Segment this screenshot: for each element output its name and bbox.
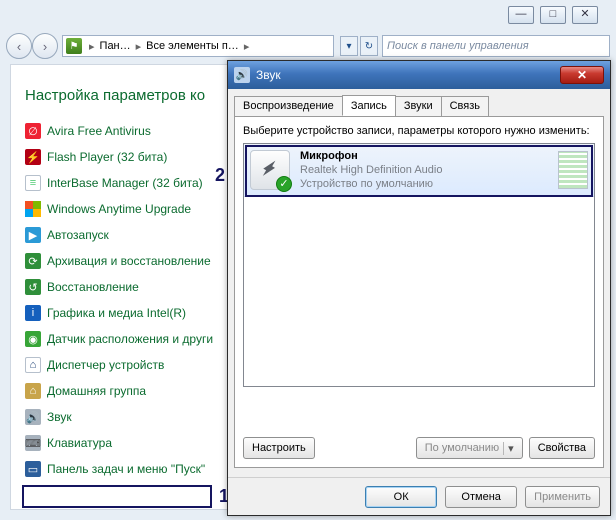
explorer-toolbar: ‹ › ⚑ ▸ Пан… ▸ Все элементы п… ▸ ▾ ↻ Пои… [6,32,610,60]
tab-strip: ВоспроизведениеЗаписьЗвукиСвязь [228,89,610,116]
breadcrumb-root[interactable]: Пан… [100,40,131,52]
control-panel-item-label: Windows Anytime Upgrade [47,202,191,216]
control-panel-icon: ⚑ [66,38,82,54]
control-panel-item-label: Клавиатура [47,436,112,450]
tbar-icon: ▭ [25,461,41,477]
address-dropdown-button[interactable]: ▾ [340,36,358,56]
control-panel-item-label: Диспетчер устройств [47,358,164,372]
instruction-text: Выберите устройство записи, параметры ко… [243,125,595,137]
kbd-icon: ⌨ [25,435,41,451]
control-panel-item-label: Домашняя группа [47,384,146,398]
control-panel-item-label: Панель задач и меню "Пуск" [47,462,205,476]
configure-button[interactable]: Настроить [243,437,315,459]
address-bar[interactable]: ⚑ ▸ Пан… ▸ Все элементы п… ▸ [62,35,334,57]
tab-body-recording: Выберите устройство записи, параметры ко… [234,116,604,468]
home-icon: ⌂ [25,383,41,399]
control-panel-item-label: InterBase Manager (32 бита) [47,176,203,190]
loc-icon: ◉ [25,331,41,347]
apply-button: Применить [525,486,600,508]
nav-forward-button[interactable]: › [32,33,58,59]
sound-icon: 🔊 [25,409,41,425]
control-panel-item-label: Архивация и восстановление [47,254,211,268]
control-panel-item-label: Звук [47,410,72,424]
device-driver: Realtek High Definition Audio [300,163,548,177]
sound-dialog: 🔊 Звук ✕ ВоспроизведениеЗаписьЗвукиСвязь… [227,60,611,516]
minimize-button[interactable]: — [508,6,534,24]
nav-back-button[interactable]: ‹ [6,33,32,59]
set-default-label: По умолчанию [425,442,499,454]
arch-icon: ⟳ [25,253,41,269]
dialog-close-button[interactable]: ✕ [560,66,604,84]
breadcrumb-sep-icon: ▸ [241,40,253,53]
restore-icon: ↺ [25,279,41,295]
control-panel-item-label: Avira Free Antivirus [47,124,151,138]
properties-button[interactable]: Свойства [529,437,595,459]
level-meter [558,151,588,189]
tab-sounds[interactable]: Звуки [395,96,442,117]
dialog-title-bar[interactable]: 🔊 Звук ✕ [228,61,610,89]
set-default-button: По умолчанию ▾ [416,437,523,459]
annotation-label-2: 2 [215,165,225,186]
tab-communications[interactable]: Связь [441,96,489,117]
sound-icon: 🔊 [234,67,250,83]
win-icon [25,201,41,217]
avira-icon: ∅ [25,123,41,139]
refresh-button[interactable]: ↻ [360,36,378,56]
breadcrumb-sep-icon: ▸ [86,40,98,53]
dev-icon: ⌂ [25,357,41,373]
device-status: Устройство по умолчанию [300,177,548,191]
device-name: Микрофон [300,149,548,163]
breadcrumb-node[interactable]: Все элементы п… [146,40,239,52]
search-input[interactable]: Поиск в панели управления [382,35,610,57]
intel-icon: i [25,305,41,321]
cancel-button[interactable]: Отмена [445,486,517,508]
device-list[interactable]: ✓ Микрофон Realtek High Definition Audio… [243,143,595,387]
dialog-title: Звук [256,68,560,82]
control-panel-item-label: Автозапуск [47,228,109,242]
annotation-box-1 [22,485,212,508]
flash-icon: ⚡ [25,149,41,165]
default-check-icon: ✓ [276,176,292,192]
tab-playback[interactable]: Воспроизведение [234,96,343,117]
control-panel-item-label: Flash Player (32 бита) [47,150,167,164]
ibase-icon: ≡ [25,175,41,191]
ok-button[interactable]: ОК [365,486,437,508]
auto-icon: ▶ [25,227,41,243]
control-panel-item-label: Датчик расположения и други [47,332,213,346]
dialog-footer: ОК Отмена Применить [228,477,610,515]
control-panel-item-label: Графика и медиа Intel(R) [47,306,186,320]
close-button[interactable]: ✕ [572,6,598,24]
tab-recording[interactable]: Запись [342,95,396,116]
control-panel-item-label: Восстановление [47,280,139,294]
device-item-microphone[interactable]: ✓ Микрофон Realtek High Definition Audio… [244,144,594,197]
breadcrumb-sep-icon: ▸ [133,40,145,53]
chevron-down-icon: ▾ [503,442,514,455]
maximize-button[interactable]: □ [540,6,566,24]
microphone-icon: ✓ [250,150,290,190]
